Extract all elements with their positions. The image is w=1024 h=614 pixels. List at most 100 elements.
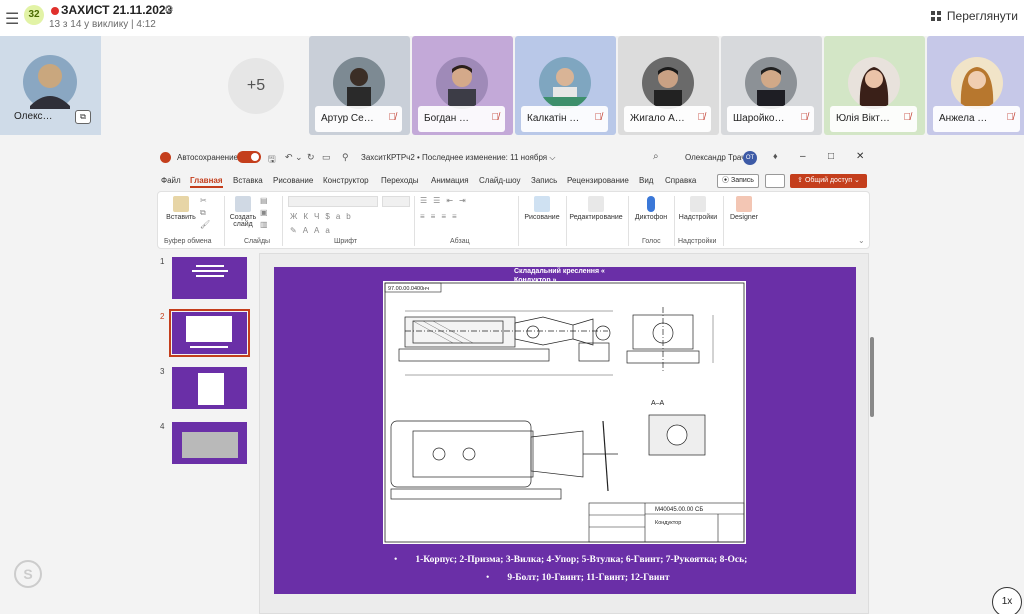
call-header: ☰ 32 ЗАХИСТ 21.11.2023 ⚙ 13 з 14 у викли…	[0, 0, 1024, 36]
participant-tile[interactable]: Калкатін … 🎙̸	[515, 36, 616, 135]
group-slides: Слайды	[244, 238, 271, 245]
slide-number: 1	[160, 257, 165, 266]
premium-icon[interactable]: ♦	[773, 151, 778, 161]
view-button-label: Переглянути	[946, 9, 1018, 23]
comments-button[interactable]	[765, 174, 785, 188]
teams-call-window: ☰ 32 ЗАХИСТ 21.11.2023 ⚙ 13 з 14 у викли…	[0, 0, 1024, 614]
vertical-scrollbar[interactable]	[869, 253, 876, 614]
document-title[interactable]: ЗахситКРТРч2 • Последнее изменение: 11 н…	[361, 153, 555, 163]
participant-tile[interactable]: Юлія Вікт… 🎙̸	[824, 36, 925, 135]
assembly-drawing: 97.00.00.0400нч А–А М40045.00.00 СБ Конд…	[383, 281, 746, 544]
more-participants-button[interactable]: +5	[228, 58, 284, 114]
playback-speed-button[interactable]: 1x	[992, 587, 1022, 614]
dictate-button[interactable]: Диктофон	[632, 196, 670, 221]
grid-icon	[930, 11, 941, 21]
layout-icon[interactable]: ▤	[260, 196, 268, 205]
tab-help[interactable]: Справка	[665, 176, 696, 185]
tab-insert[interactable]: Вставка	[233, 176, 263, 185]
font-name-field[interactable]	[288, 196, 378, 207]
copy-icon[interactable]: ⧉	[200, 208, 206, 218]
mic-muted-icon: 🎙̸	[903, 112, 912, 123]
slide-thumbnail-selected[interactable]	[169, 309, 250, 357]
avatar	[333, 57, 385, 109]
tab-home[interactable]: Главная	[190, 176, 223, 188]
ribbon-tabs: Файл Главная Вставка Рисование Конструкт…	[155, 171, 876, 191]
avatar	[436, 57, 488, 109]
slideshow-icon[interactable]: ▭	[322, 152, 331, 163]
technical-drawing-image: 97.00.00.0400нч А–А М40045.00.00 СБ Конд…	[384, 282, 745, 543]
maximize-icon[interactable]: □	[828, 151, 834, 162]
avatar	[539, 57, 591, 109]
current-slide[interactable]: Складальний креслення « Кондуктор » 97.0…	[274, 267, 856, 594]
slide-thumbnail[interactable]	[172, 257, 247, 299]
stamp-name: Кондуктор	[655, 520, 681, 526]
slide-caption-line1: • 1-Корпус; 2-Призма; 3-Вилка; 4-Упор; 5-…	[394, 555, 748, 565]
tab-file[interactable]: Файл	[161, 176, 181, 185]
participant-tile[interactable]: Жигало А… 🎙̸	[618, 36, 719, 135]
ppt-titlebar: Автосохранение 🖫 ↶ ⌄ ↻ ▭ ⚲ ЗахситКРТРч2 …	[155, 145, 876, 171]
group-clipboard: Буфер обмена	[164, 238, 212, 245]
participant-tile[interactable]: Артур Се… 🎙̸	[309, 36, 410, 135]
shapes-icon	[534, 196, 550, 212]
font-format-icons[interactable]: ЖКЧ$ab	[290, 212, 357, 221]
call-status: 13 з 14 у виклику | 4:12	[49, 19, 156, 30]
tab-slideshow[interactable]: Слайд-шоу	[479, 176, 520, 185]
designer-button[interactable]: Designer	[726, 196, 762, 221]
tab-transitions[interactable]: Переходы	[381, 176, 419, 185]
find-icon	[588, 196, 604, 212]
participant-tile[interactable]: Шаройко… 🎙̸	[721, 36, 822, 135]
undo-icon[interactable]: ↶ ⌄	[285, 152, 303, 163]
search-icon[interactable]: ⌕	[653, 151, 659, 162]
section-label: А–А	[651, 400, 665, 407]
tab-design[interactable]: Конструктор	[323, 176, 369, 185]
share-button[interactable]: ⇪ Общий доступ ⌄	[790, 174, 867, 188]
format-painter-icon[interactable]: 🖌	[200, 220, 210, 229]
designer-icon	[736, 196, 752, 212]
tab-draw[interactable]: Рисование	[273, 176, 313, 185]
doc-code: 97.00.00.0400нч	[388, 286, 429, 292]
paste-button[interactable]: Вставить	[164, 196, 198, 221]
drawing-label: Рисование	[524, 214, 560, 221]
cut-icon[interactable]: ✂	[200, 196, 207, 205]
drawing-button[interactable]: Рисование	[522, 196, 562, 221]
mic-muted-icon: 🎙̸	[800, 112, 809, 123]
slide-thumbnail[interactable]	[172, 367, 247, 409]
list-icons[interactable]: ☰☰⇤⇥	[420, 196, 472, 205]
participant-tile[interactable]: Анжела … 🎙̸	[927, 36, 1024, 135]
avatar[interactable]: ОТ	[743, 151, 757, 165]
tab-record[interactable]: Запись	[531, 176, 557, 185]
settings-icon[interactable]: ⚙	[164, 3, 174, 16]
addins-button[interactable]: Надстройки	[676, 196, 720, 221]
menu-icon[interactable]: ☰	[5, 9, 19, 29]
collapse-ribbon-icon[interactable]: ⌄	[858, 236, 865, 245]
tab-view[interactable]: Вид	[639, 176, 653, 185]
autosave-toggle[interactable]	[237, 151, 261, 163]
record-button[interactable]: ⦿ Запись	[717, 174, 759, 188]
participant-tile[interactable]: Богдан … 🎙̸	[412, 36, 513, 135]
reset-icon[interactable]: ▣	[260, 208, 268, 217]
qat-more-icon[interactable]: ⚲	[342, 152, 349, 163]
user-name[interactable]: Олександр Трач	[685, 153, 745, 162]
font-color-icons[interactable]: ✎АAа	[290, 226, 336, 235]
new-slide-label: Создать слайд	[229, 214, 257, 228]
save-icon[interactable]: 🖫	[268, 152, 276, 168]
tab-animations[interactable]: Анимация	[431, 176, 469, 185]
tab-review[interactable]: Рецензирование	[567, 176, 629, 185]
align-icons[interactable]: ≡≡≡≡	[420, 212, 463, 221]
redo-icon[interactable]: ↻	[307, 152, 315, 163]
font-size-field[interactable]	[382, 196, 410, 207]
avatar	[745, 57, 797, 109]
new-slide-button[interactable]: Создать слайд	[228, 196, 258, 228]
minimize-icon[interactable]: –	[800, 151, 806, 162]
close-icon[interactable]: ✕	[856, 151, 864, 162]
screen-share-icon[interactable]: ⧉	[75, 110, 91, 124]
scrollbar-thumb[interactable]	[870, 337, 874, 417]
participant-count-badge[interactable]: 32	[24, 5, 44, 25]
editing-button[interactable]: Редактирование	[568, 196, 624, 221]
self-video-tile[interactable]: Олекс… ⧉	[0, 36, 101, 135]
view-button[interactable]: Переглянути	[930, 9, 1018, 23]
separator	[566, 196, 567, 246]
paste-label: Вставить	[166, 214, 196, 221]
section-icon[interactable]: ▥	[260, 220, 268, 229]
slide-thumbnail[interactable]	[172, 422, 247, 464]
